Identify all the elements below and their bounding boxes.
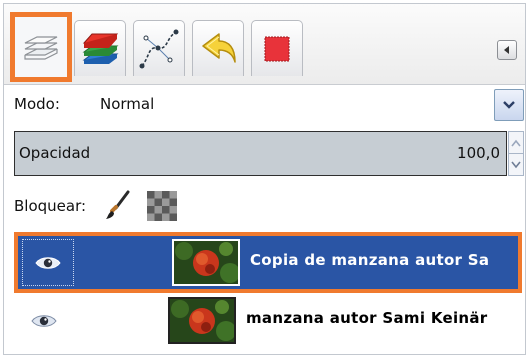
spin-up-icon (511, 139, 521, 146)
eye-icon (31, 314, 57, 327)
layer-thumbnail (172, 239, 240, 286)
undo-icon (202, 32, 236, 63)
paintbrush-icon (106, 190, 130, 219)
layer-thumbnail (168, 297, 236, 344)
tab-colors[interactable] (251, 20, 303, 76)
tab-layers[interactable] (10, 12, 72, 82)
spin-down-button[interactable] (509, 154, 523, 175)
opacity-value: 100,0 (457, 144, 500, 162)
layers-list: Copia de manzana autor Sa manzana autor … (14, 230, 525, 354)
layers-icon (24, 36, 58, 60)
tab-undo-history[interactable] (192, 20, 244, 76)
lock-pixels-toggle[interactable] (104, 190, 132, 220)
lock-alpha-toggle[interactable] (147, 191, 177, 221)
apple-thumbnail-icon (170, 299, 234, 342)
visibility-toggle[interactable] (18, 297, 70, 344)
channels-icon (82, 33, 119, 64)
opacity-slider[interactable]: Opacidad 100,0 (14, 131, 507, 176)
mode-dropdown-button[interactable] (494, 89, 524, 121)
visibility-toggle[interactable] (22, 239, 74, 286)
spin-down-icon (511, 161, 521, 168)
tab-paths[interactable] (133, 20, 185, 76)
tab-channels[interactable] (74, 20, 126, 76)
layer-row[interactable]: manzana autor Sami Keinär (14, 294, 522, 354)
dock-tab-bar (4, 4, 525, 85)
spin-up-button[interactable] (509, 132, 523, 154)
mode-value[interactable]: Normal (100, 95, 154, 113)
lock-label: Bloquear: (14, 197, 87, 215)
layer-name[interactable]: Copia de manzana autor Sa (250, 251, 489, 269)
mode-label: Modo: (14, 95, 60, 113)
layer-name[interactable]: manzana autor Sami Keinär (246, 309, 488, 327)
red-square-icon (264, 36, 290, 61)
paths-icon (139, 29, 179, 68)
chevron-down-icon (503, 101, 515, 109)
layers-dock: Modo: Normal Opacidad 100,0 Bloquear: Co… (3, 3, 526, 355)
apple-thumbnail-icon (174, 241, 238, 284)
opacity-spinner[interactable] (508, 131, 524, 176)
dock-menu-button[interactable] (497, 40, 517, 60)
eye-icon (35, 256, 61, 269)
checkerboard-icon (147, 191, 177, 221)
layer-row[interactable]: Copia de manzana autor Sa (14, 232, 522, 293)
triangle-left-icon (504, 46, 509, 54)
opacity-label: Opacidad (19, 144, 91, 162)
